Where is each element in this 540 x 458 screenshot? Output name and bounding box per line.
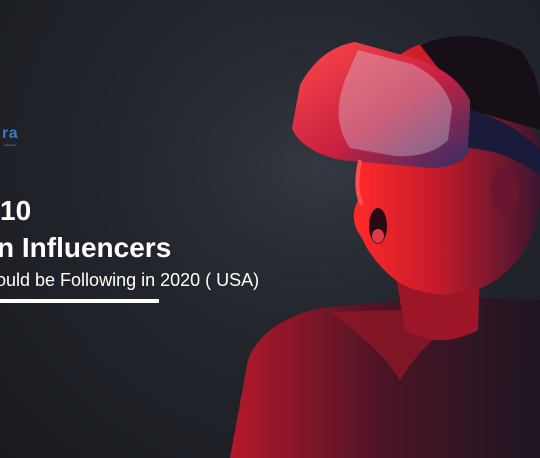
headline-line-3: ould be Following in 2020 ( USA) [0, 270, 260, 290]
logo-tagline: solutions [4, 143, 16, 147]
headline-line-1: 10 [0, 195, 32, 226]
vr-user-illustration [70, 0, 540, 458]
tongue-shape [372, 229, 384, 243]
ear-shape [491, 168, 519, 212]
headline-line-2: n Influencers [0, 232, 172, 263]
headline-underline [0, 299, 159, 303]
logo-text: ra [2, 125, 19, 142]
company-logo[interactable]: ra solutions [0, 125, 19, 148]
banner: ra solutions 10 n Influencers ould be Fo… [0, 0, 540, 458]
